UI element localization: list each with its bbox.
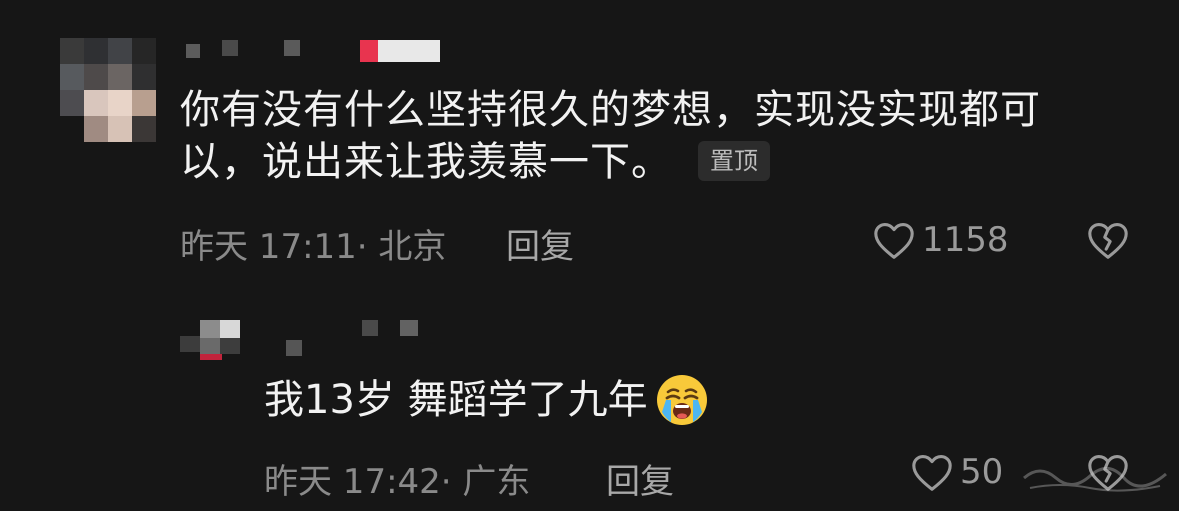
heart-outline-icon	[874, 223, 914, 259]
reply-button[interactable]: 回复	[506, 219, 574, 268]
dislike-button[interactable]	[1086, 220, 1130, 264]
reply-avatar-blurred[interactable]	[180, 318, 242, 364]
reply-like-button[interactable]: 50	[910, 452, 1003, 492]
reply-text: 我13岁 舞蹈学了九年	[264, 377, 648, 423]
comment-text: 你有没有什么坚持很久的梦想，实现没实现都可以，说出来让我羡慕一下。	[180, 87, 1041, 185]
heart-outline-icon	[912, 455, 952, 491]
comment-body: 你有没有什么坚持很久的梦想，实现没实现都可以，说出来让我羡慕一下。 置顶	[180, 84, 1120, 188]
reply-reply-button[interactable]: 回复	[606, 454, 674, 503]
reply-like-count: 50	[960, 452, 1004, 492]
loudly-crying-face-emoji	[656, 375, 707, 425]
avatar-blurred[interactable]	[60, 38, 156, 142]
watermark-graphic	[1023, 467, 1167, 492]
pinned-badge: 置顶	[698, 141, 770, 181]
reply-body: 我13岁 舞蹈学了九年	[264, 372, 710, 428]
reply-username-blurred[interactable]	[276, 318, 426, 358]
like-button[interactable]: 1158	[872, 220, 1009, 260]
comment-timestamp-location: 昨天 17:11· 北京	[180, 227, 447, 267]
reply-timestamp-location: 昨天 17:42· 广东	[264, 462, 531, 502]
broken-heart-icon	[1088, 223, 1128, 259]
like-count: 1158	[922, 220, 1009, 260]
username-blurred[interactable]	[180, 38, 440, 64]
